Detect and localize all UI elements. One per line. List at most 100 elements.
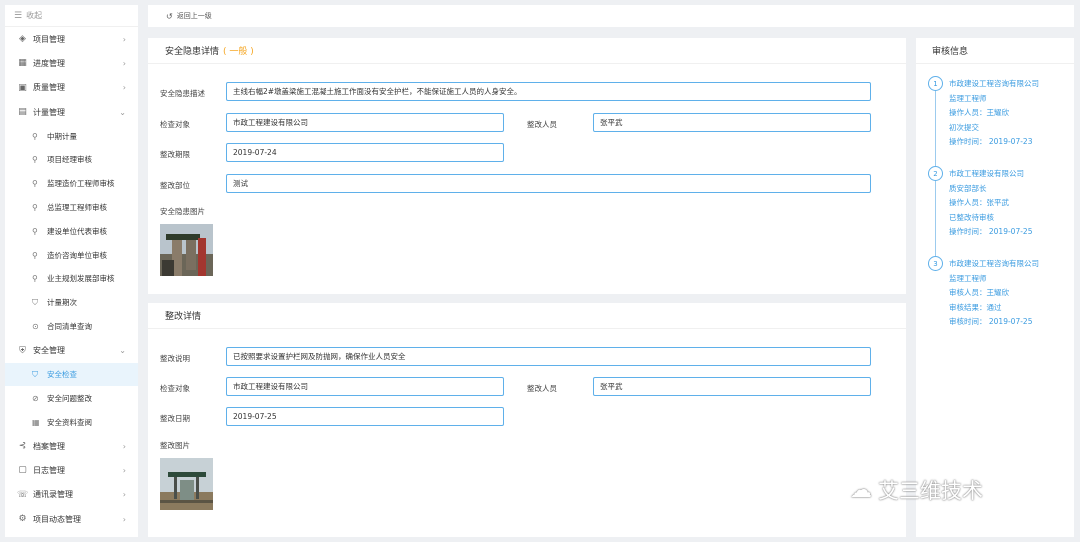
audit-step-line: 已整改待审核 <box>949 212 994 222</box>
sidebar-subitem-measure[interactable]: ⊙ 合同清单查询 <box>5 315 138 339</box>
sidebar-item-bottom-3[interactable]: ☏ 通讯录管理 › <box>5 483 138 507</box>
audit-info-panel: 审核信息 1 市政建设工程咨询有限公司 监理工程师 操作人员：王耀欣 初次提交 操作时间：… <box>916 38 1074 537</box>
chevron-right-icon: › <box>122 441 126 451</box>
watermark: ☁ 艾三维技术 <box>850 475 983 505</box>
search-icon: ⚲ <box>32 274 38 284</box>
sidebar-item-label: 安全管理 <box>33 346 65 355</box>
back-button[interactable]: 返回上一级 <box>177 11 212 21</box>
rectify-title: 整改详情 <box>165 312 202 322</box>
sidebar-item-label: 项目动态管理 <box>33 514 81 524</box>
calendar-icon: ▢ <box>18 465 27 476</box>
layers-icon: ◈ <box>19 34 26 45</box>
card-header: 整改详情 <box>148 303 906 329</box>
chevron-right-icon: › <box>122 490 126 500</box>
sidebar-item-label: 档案管理 <box>33 441 65 451</box>
rectify-date-label: 整改日期 <box>160 414 190 423</box>
sidebar-subitem-safety[interactable]: ▦ 安全资料查阅 <box>5 410 138 434</box>
search-icon: ⚲ <box>32 226 38 236</box>
contacts-icon: ☏ <box>17 489 29 500</box>
quality-icon: ▣ <box>18 82 27 93</box>
sidebar-item-bottom-2[interactable]: ▢ 日志管理 › <box>5 458 138 482</box>
audit-step-line: 操作人员：张平武 <box>949 198 1009 207</box>
rectify-detail-card: 整改详情 整改说明 已按照要求设置护栏网及防抛网，确保作业人员安全 检查对象 市… <box>148 303 906 537</box>
gear-icon: ⚙ <box>18 514 27 525</box>
watermark-text: 艾三维技术 <box>878 479 983 503</box>
search-icon: ⚲ <box>32 179 38 189</box>
rectify-photo[interactable] <box>160 458 213 510</box>
audit-step-number: 3 <box>928 256 943 271</box>
rectify-person-field[interactable]: 张平武 <box>593 377 871 396</box>
audit-step-line: 市政建设工程咨询有限公司 <box>949 79 1039 88</box>
sidebar-item-bottom-1[interactable]: ⊰ 档案管理 › <box>5 434 138 458</box>
wechat-icon: ☁ <box>850 477 872 503</box>
rectify-desc-label: 整改说明 <box>160 354 190 363</box>
audit-step-details: 市政建设工程咨询有限公司 监理工程师 操作人员：王耀欣 初次提交 操作时间： 2019-… <box>949 77 1039 150</box>
sidebar-subitem-label: 合同清单查询 <box>47 321 92 331</box>
audit-step-line: 初次提交 <box>949 122 979 132</box>
shield-small-icon: ⛉ <box>32 297 38 307</box>
sidebar-item-2[interactable]: ▦ 进度管理 › <box>5 51 138 75</box>
hazard-deadline-label: 整改期限 <box>160 150 190 159</box>
sidebar-item-3[interactable]: ▣ 质量管理 › <box>5 76 138 100</box>
audit-step-line: 审核人员：王耀欣 <box>949 288 1009 297</box>
chevron-right-icon: › <box>122 83 126 93</box>
sidebar-item-label: 质量管理 <box>33 83 65 93</box>
hazard-photo[interactable] <box>160 224 213 276</box>
sidebar-subitem-measure[interactable]: ⚲ 造价咨询单位审核 <box>5 243 138 267</box>
sidebar-item-label: 计量管理 <box>33 107 65 117</box>
audit-title: 审核信息 <box>916 38 1074 64</box>
rectify-date-field[interactable]: 2019-07-25 <box>226 407 504 426</box>
audit-step-line: 操作时间： 2019-07-23 <box>949 137 1033 146</box>
rectify-desc-field[interactable]: 已按照要求设置护栏网及防抛网，确保作业人员安全 <box>226 347 871 366</box>
sidebar-subitem-label: 建设单位代表审核 <box>47 226 107 236</box>
hazard-deadline-field[interactable]: 2019-07-24 <box>226 143 504 162</box>
search-icon: ⚲ <box>32 250 38 260</box>
sidebar-item-label: 项目管理 <box>33 34 65 44</box>
sidebar-subitem-measure[interactable]: ⚲ 总监理工程师审核 <box>5 196 138 220</box>
sidebar-subitem-safety[interactable]: ⊘ 安全问题整改 <box>5 386 138 410</box>
search-icon: ⚲ <box>32 202 38 212</box>
sidebar-collapse-button[interactable]: ☰ 收起 <box>5 5 138 27</box>
hazard-detail-card: 安全隐患详情 ( 一般 ) 安全隐患描述 主线右幅2#墩盖梁施工混凝土施工作面没… <box>148 38 906 294</box>
menu-fold-icon: ☰ <box>14 10 23 21</box>
chevron-down-icon: ⌄ <box>119 346 126 355</box>
shield-icon: ⛨ <box>19 345 26 356</box>
audit-step-number: 1 <box>928 76 943 91</box>
sidebar-item-safety[interactable]: ⛨ 安全管理 ⌄ <box>5 338 138 362</box>
rectify-photo-label: 整改图片 <box>160 441 190 450</box>
sidebar-item-4[interactable]: ▤ 计量管理 ⌄ <box>5 100 138 124</box>
audit-step-number: 2 <box>928 166 943 181</box>
grid-icon: ▦ <box>18 58 27 69</box>
sidebar-item-label: 进度管理 <box>33 58 65 68</box>
sidebar-subitem-label: 安全检查 <box>47 370 77 380</box>
hazard-photo-label: 安全隐患图片 <box>160 207 205 216</box>
audit-step-line: 审核结果：通过 <box>949 302 1002 312</box>
sidebar-subitem-measure[interactable]: ⚲ 建设单位代表审核 <box>5 219 138 243</box>
rectify-target-field[interactable]: 市政工程建设有限公司 <box>226 377 504 396</box>
hazard-target-field[interactable]: 市政工程建设有限公司 <box>226 113 504 132</box>
sidebar: ☰ 收起 ◈ 项目管理 › ▦ 进度管理 › ▣ 质量管理 › ▤ 计量管理 ⌄ ⚲ 中期计量 ⚲ 项目经理… <box>5 5 138 537</box>
hazard-dept-field[interactable]: 测试 <box>226 174 871 193</box>
chevron-right-icon: › <box>122 465 126 475</box>
sidebar-subitem-safety[interactable]: ⛉ 安全检查 <box>5 362 138 387</box>
audit-step-details: 市政建设工程咨询有限公司 监理工程师 审核人员：王耀欣 审核结果：通过 审核时间： 20… <box>949 257 1039 330</box>
sidebar-subitem-measure[interactable]: ⛉ 计量期次 <box>5 291 138 315</box>
shield-check-icon: ⛉ <box>32 369 38 379</box>
hazard-desc-field[interactable]: 主线右幅2#墩盖梁施工混凝土施工作面没有安全护栏，不能保证施工人员的人身安全。 <box>226 82 871 101</box>
sidebar-subitem-measure[interactable]: ⚲ 中期计量 <box>5 124 138 148</box>
rectify-target-label: 检查对象 <box>160 384 190 393</box>
sidebar-subitem-label: 总监理工程师审核 <box>47 202 107 212</box>
share-icon: ⊰ <box>18 441 27 452</box>
sidebar-subitem-label: 业主规划发展部审核 <box>47 274 115 284</box>
search-icon: ⚲ <box>32 131 38 141</box>
sidebar-subitem-measure[interactable]: ⚲ 项目经理审核 <box>5 148 138 172</box>
sidebar-item-1[interactable]: ◈ 项目管理 › <box>5 27 138 51</box>
hazard-person-field[interactable]: 张平武 <box>593 113 871 132</box>
sidebar-item-bottom-4[interactable]: ⚙ 项目动态管理 › <box>5 507 138 531</box>
audit-step-line: 操作时间： 2019-07-25 <box>949 227 1033 236</box>
audit-step-connector <box>935 91 936 166</box>
sidebar-item-label: 通讯录管理 <box>33 490 73 500</box>
chevron-down-icon: ⌄ <box>119 107 126 117</box>
sidebar-subitem-measure[interactable]: ⚲ 监理造价工程师审核 <box>5 172 138 196</box>
sidebar-subitem-measure[interactable]: ⚲ 业主规划发展部审核 <box>5 267 138 291</box>
